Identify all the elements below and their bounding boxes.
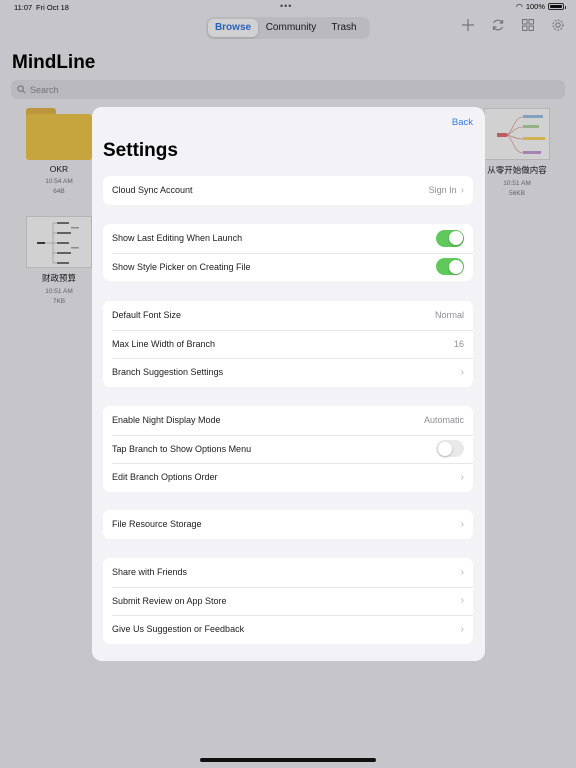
- row-label: Show Style Picker on Creating File: [112, 261, 251, 272]
- row-value: Sign In: [428, 185, 457, 196]
- toggle-switch[interactable]: [436, 229, 464, 247]
- settings-row-max-line-width[interactable]: Max Line Width of Branch 16: [103, 329, 473, 359]
- row-value: 16: [453, 338, 464, 349]
- row-label: Give Us Suggestion or Feedback: [112, 624, 245, 635]
- row-label: Edit Branch Options Order: [112, 472, 218, 483]
- row-label: File Resource Storage: [112, 519, 202, 530]
- settings-row-cloud-sync[interactable]: Cloud Sync Account Sign In ›: [103, 176, 473, 205]
- toggle-switch[interactable]: [436, 258, 464, 276]
- settings-group-storage: File Resource Storage ›: [103, 510, 473, 539]
- chevron-right-icon: ›: [460, 566, 464, 578]
- row-label: Share with Friends: [112, 567, 188, 578]
- settings-row-night-mode[interactable]: Enable Night Display Mode Automatic: [103, 406, 473, 435]
- settings-group-launch: Show Last Editing When Launch Show Style…: [103, 224, 473, 281]
- row-label: Default Font Size: [112, 310, 182, 321]
- row-label: Submit Review on App Store: [112, 595, 227, 606]
- settings-row-tap-branch-menu: Tap Branch to Show Options Menu: [103, 434, 473, 464]
- chevron-right-icon: ›: [460, 518, 464, 530]
- back-button[interactable]: Back: [452, 117, 473, 128]
- row-value: Normal: [434, 310, 464, 321]
- settings-group-feedback: Share with Friends › Submit Review on Ap…: [103, 558, 473, 644]
- settings-row-feedback[interactable]: Give Us Suggestion or Feedback ›: [103, 615, 473, 644]
- chevron-right-icon: ›: [460, 595, 464, 607]
- settings-row-share-friends[interactable]: Share with Friends ›: [103, 558, 473, 587]
- row-label: Cloud Sync Account: [112, 185, 193, 196]
- settings-row-branch-suggestion[interactable]: Branch Suggestion Settings ›: [103, 358, 473, 387]
- settings-group-account: Cloud Sync Account Sign In ›: [103, 176, 473, 205]
- page-title: Settings: [103, 140, 178, 161]
- row-label: Enable Night Display Mode: [112, 415, 221, 426]
- settings-sheet: Back Settings Cloud Sync Account Sign In…: [92, 107, 485, 661]
- settings-group-branch: Default Font Size Normal Max Line Width …: [103, 301, 473, 387]
- settings-group-display: Enable Night Display Mode Automatic Tap …: [103, 406, 473, 492]
- row-label: Tap Branch to Show Options Menu: [112, 443, 252, 454]
- chevron-right-icon: ›: [460, 623, 464, 635]
- chevron-right-icon: ›: [460, 184, 464, 196]
- settings-row-show-last-editing: Show Last Editing When Launch: [103, 224, 473, 253]
- settings-row-default-font-size[interactable]: Default Font Size Normal: [103, 301, 473, 330]
- toggle-switch[interactable]: [436, 440, 464, 458]
- row-label: Show Last Editing When Launch: [112, 233, 243, 244]
- home-indicator: [200, 758, 376, 762]
- chevron-right-icon: ›: [460, 471, 464, 483]
- row-label: Branch Suggestion Settings: [112, 367, 224, 378]
- settings-row-submit-review[interactable]: Submit Review on App Store ›: [103, 586, 473, 616]
- chevron-right-icon: ›: [460, 366, 464, 378]
- settings-row-file-resource-storage[interactable]: File Resource Storage ›: [103, 510, 473, 539]
- settings-row-edit-options-order[interactable]: Edit Branch Options Order ›: [103, 463, 473, 492]
- row-label: Max Line Width of Branch: [112, 338, 216, 349]
- row-value: Automatic: [423, 415, 464, 426]
- settings-row-show-style-picker: Show Style Picker on Creating File: [103, 252, 473, 282]
